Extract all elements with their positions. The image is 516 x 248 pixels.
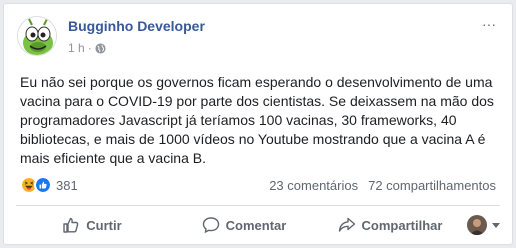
post-body-text: Eu não sei porque os governos ficam espe… [20,74,494,166]
like-icon [34,176,52,194]
post-actions: Curtir Comentar Compartilhar [16,210,500,240]
bug-mascot-icon [18,17,56,55]
post-as-profile-selector[interactable] [460,215,500,235]
actions-divider [16,205,500,206]
chevron-down-icon [492,222,500,228]
post-card: Bugginho Developer 1 h · ··· Eu não sei … [3,3,513,245]
comment-button-label: Comentar [225,217,287,233]
meta-separator: · [87,41,92,55]
share-arrow-icon [338,217,355,232]
share-button-label: Compartilhar [361,217,443,233]
like-button-label: Curtir [86,217,122,233]
more-options-button[interactable]: ··· [478,16,500,32]
post-header: Bugginho Developer 1 h · ··· [4,4,512,64]
post-meta: 1 h · [68,41,106,55]
user-avatar [467,215,487,235]
engagement-counts: 23 comentários 72 compartilhamentos [269,178,496,193]
globe-icon[interactable] [95,42,106,54]
comment-icon [202,217,219,234]
author-name-link[interactable]: Bugginho Developer [68,18,205,34]
like-button[interactable]: Curtir [16,210,168,240]
comment-button[interactable]: Comentar [168,210,320,240]
reaction-count[interactable]: 381 [56,178,78,193]
reactions-bar: 381 23 comentários 72 compartilhamentos [20,176,496,194]
reaction-icons[interactable] [20,176,52,194]
shares-count-link[interactable]: 72 compartilhamentos [368,178,496,193]
comments-count-link[interactable]: 23 comentários [269,178,358,193]
share-button[interactable]: Compartilhar [320,210,460,240]
thumbs-up-icon [63,217,79,233]
user-photo-icon [467,215,487,235]
author-avatar[interactable] [17,16,57,56]
post-timestamp[interactable]: 1 h [68,41,85,55]
